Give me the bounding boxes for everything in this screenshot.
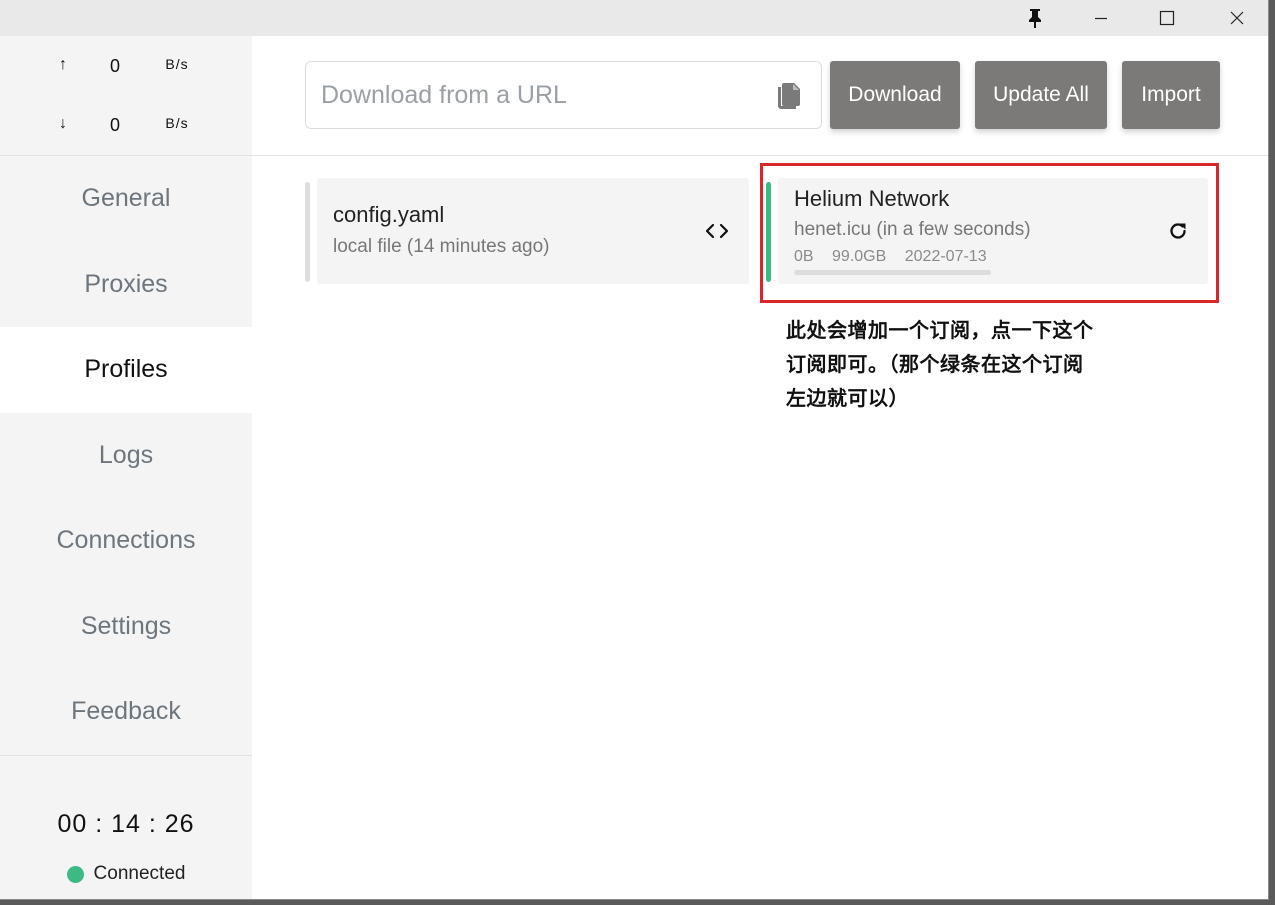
download-arrow-icon: ↓ <box>59 115 67 132</box>
update-all-button[interactable]: Update All <box>975 61 1107 129</box>
usage-total: 99.0GB <box>832 248 887 265</box>
sidebar-footer: 00 : 14 : 26 Connected <box>0 755 252 899</box>
import-button[interactable]: Import <box>1122 61 1220 129</box>
url-field[interactable] <box>305 61 822 129</box>
annotation-text: 此处会增加一个订阅，点一下这个 订阅即可。（那个绿条在这个订阅 左边就可以） <box>786 313 1166 415</box>
status-label: Connected <box>93 863 186 884</box>
minimize-icon[interactable] <box>1071 0 1131 36</box>
upload-unit: B/s <box>165 56 189 72</box>
upload-speed: ↑ 0 B/s <box>0 56 252 76</box>
profile-name: config.yaml <box>333 202 445 227</box>
profile-selection-bar <box>766 182 771 282</box>
upload-value: 0 <box>109 56 120 76</box>
upload-arrow-icon: ↑ <box>59 56 67 73</box>
sidebar-nav: General Proxies Profiles Logs Connection… <box>0 156 252 755</box>
refresh-icon[interactable] <box>1168 221 1188 241</box>
sidebar-item-feedback[interactable]: Feedback <box>0 669 252 755</box>
annotation-line: 左边就可以） <box>786 386 909 410</box>
traffic-panel: ↑ 0 B/s ↓ 0 B/s <box>0 36 252 156</box>
usage-progress-bar <box>794 270 991 275</box>
profile-card-helium[interactable]: Helium Network henet.icu (in a few secon… <box>766 178 1210 284</box>
sidebar-item-general[interactable]: General <box>0 156 252 242</box>
app-window: ↑ 0 B/s ↓ 0 B/s General Proxies Profiles… <box>0 0 1269 900</box>
sidebar-item-connections[interactable]: Connections <box>0 498 252 584</box>
sidebar-item-label: Proxies <box>84 269 168 298</box>
code-icon[interactable] <box>705 222 729 240</box>
title-bar <box>0 0 1268 36</box>
profile-card-config[interactable]: config.yaml local file (14 minutes ago) <box>305 178 749 284</box>
annotation-line: 此处会增加一个订阅，点一下这个 <box>786 318 1094 342</box>
sidebar-item-label: Logs <box>98 440 154 469</box>
sidebar-item-label: General <box>81 184 171 213</box>
download-value: 0 <box>109 115 120 135</box>
sidebar-item-label: Connections <box>56 526 196 555</box>
usage-used: 0B <box>794 248 814 265</box>
sidebar-item-profiles[interactable]: Profiles <box>0 327 252 413</box>
sidebar-item-label: Profiles <box>84 355 168 384</box>
download-unit: B/s <box>165 115 189 131</box>
profile-card-body[interactable]: Helium Network henet.icu (in a few secon… <box>778 178 1208 284</box>
sidebar-item-settings[interactable]: Settings <box>0 583 252 669</box>
profile-name: Helium Network <box>794 186 950 211</box>
pin-icon[interactable] <box>1005 0 1065 36</box>
profile-selection-bar <box>305 182 310 282</box>
sidebar: ↑ 0 B/s ↓ 0 B/s General Proxies Profiles… <box>0 36 252 899</box>
annotation-line: 订阅即可。（那个绿条在这个订阅 <box>786 352 1084 376</box>
sidebar-item-logs[interactable]: Logs <box>0 412 252 498</box>
uptime-timer: 00 : 14 : 26 <box>57 810 195 838</box>
profile-subtitle: local file (14 minutes ago) <box>333 236 550 257</box>
paste-icon[interactable] <box>776 81 802 111</box>
download-button[interactable]: Download <box>830 61 960 129</box>
close-icon[interactable] <box>1207 0 1267 36</box>
connection-status: Connected <box>0 863 252 885</box>
maximize-icon[interactable] <box>1137 0 1197 36</box>
status-dot-icon <box>66 865 84 883</box>
profile-card-body[interactable]: config.yaml local file (14 minutes ago) <box>317 178 749 284</box>
expire-date: 2022-07-13 <box>904 248 987 265</box>
sidebar-item-label: Feedback <box>71 697 181 726</box>
profile-subtitle: henet.icu (in a few seconds) <box>794 219 1031 240</box>
url-input[interactable] <box>321 62 761 128</box>
sidebar-item-label: Settings <box>80 611 172 640</box>
profile-usage: 0B 99.0GB 2022-07-13 <box>794 248 1001 266</box>
main-panel: Download Update All Import config.yaml l… <box>252 36 1268 899</box>
sidebar-item-proxies[interactable]: Proxies <box>0 241 252 327</box>
download-speed: ↓ 0 B/s <box>0 115 252 135</box>
profiles-header: Download Update All Import <box>252 36 1268 156</box>
